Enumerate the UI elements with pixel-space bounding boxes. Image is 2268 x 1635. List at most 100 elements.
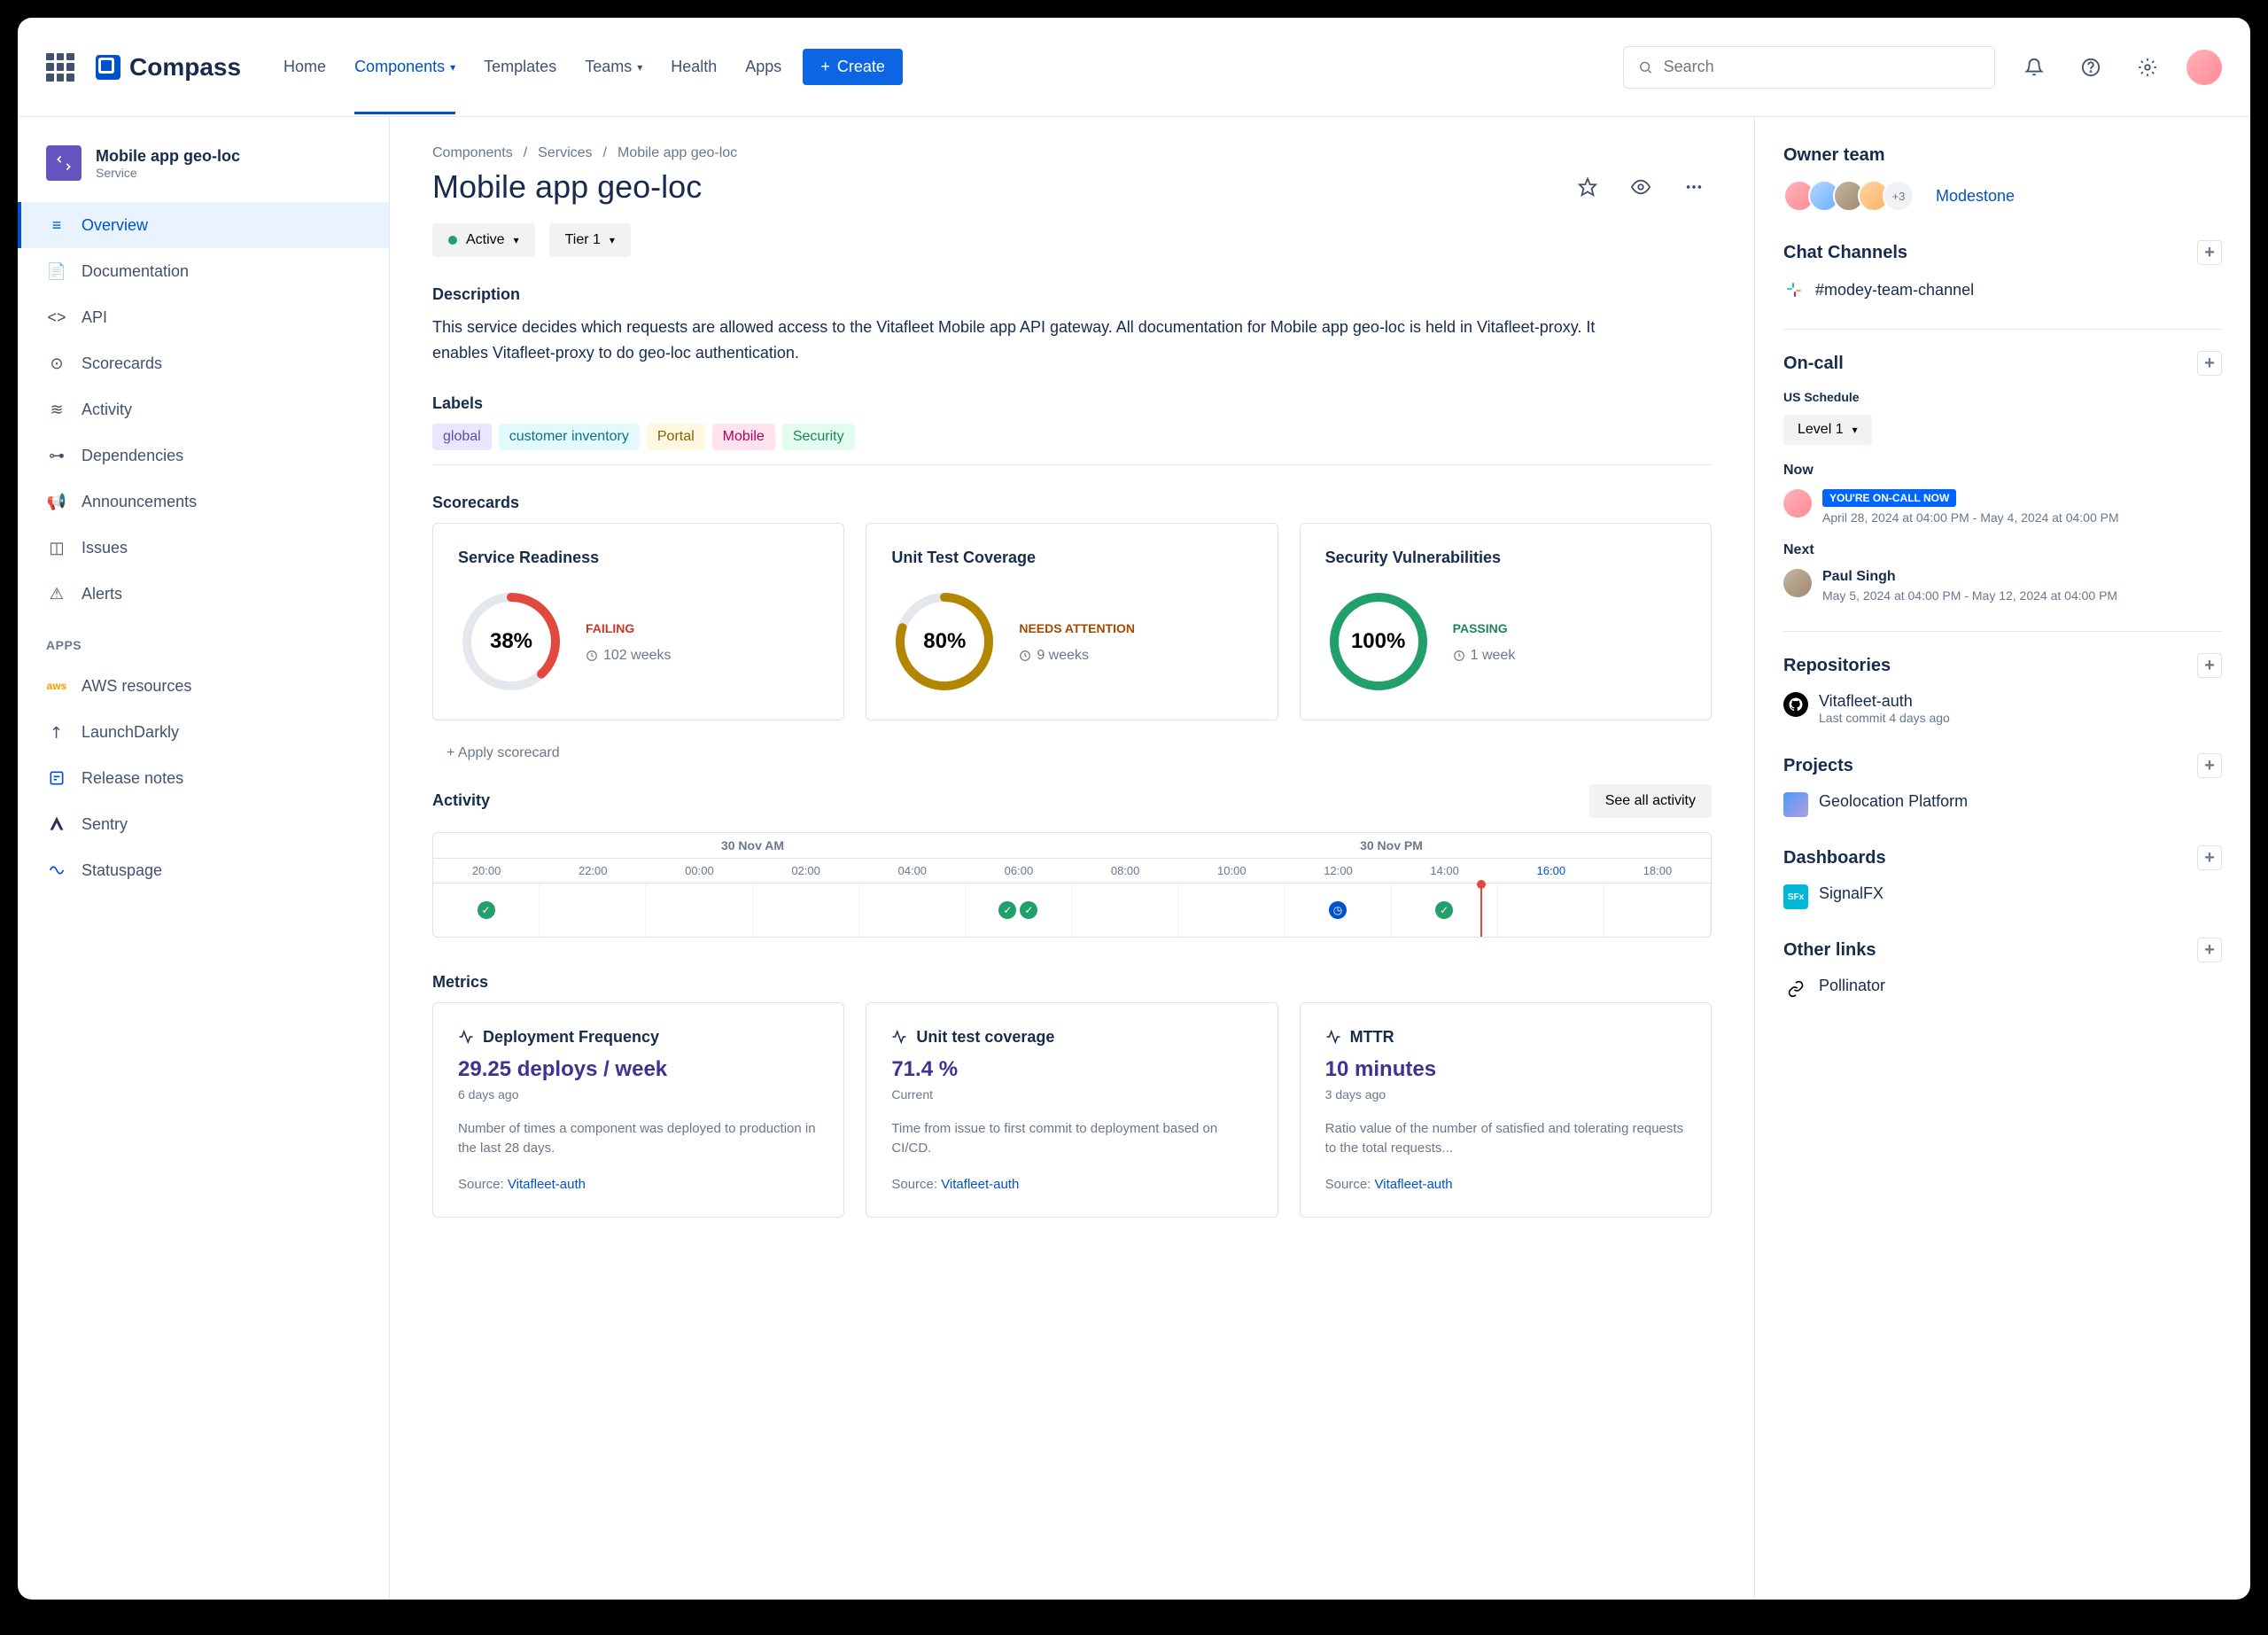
description-text: This service decides which requests are …	[432, 315, 1602, 366]
timeline-half: 30 Nov PM	[1072, 833, 1711, 858]
sidebar-icon: ≋	[46, 399, 67, 420]
sidebar-app-statuspage[interactable]: Statuspage	[18, 847, 389, 893]
sidebar-app-release-notes[interactable]: Release notes	[18, 755, 389, 801]
apply-scorecard-link[interactable]: + Apply scorecard	[432, 738, 1712, 768]
sidebar-icon: ◫	[46, 537, 67, 558]
nav-teams[interactable]: Teams ▾	[585, 19, 642, 114]
sidebar-item-documentation[interactable]: 📄Documentation	[18, 248, 389, 294]
timeline-slot[interactable]: ◷	[1285, 884, 1391, 937]
add-link-icon[interactable]: +	[2197, 938, 2222, 962]
activity-header: Activity	[432, 791, 490, 810]
nav-templates[interactable]: Templates	[484, 19, 556, 114]
tier-pill[interactable]: Tier 1▾	[549, 223, 631, 257]
timeline-hour: 22:00	[540, 859, 646, 883]
scorecard-title: Service Readiness	[458, 549, 819, 567]
clock-icon	[1019, 650, 1031, 662]
label-Mobile[interactable]: Mobile	[712, 424, 775, 450]
timeline-slot[interactable]: ✓	[433, 884, 540, 937]
user-avatar[interactable]	[2186, 50, 2222, 85]
chat-channel-link[interactable]: #modey-team-channel	[1783, 279, 2222, 300]
add-dashboard-icon[interactable]: +	[2197, 845, 2222, 870]
sidebar-item-announcements[interactable]: 📢Announcements	[18, 479, 389, 525]
timeline-hour: 00:00	[646, 859, 752, 883]
sidebar-icon: 📢	[46, 491, 67, 512]
notifications-icon[interactable]	[2016, 50, 2052, 85]
team-avatars[interactable]: +3	[1783, 180, 1915, 212]
avatar	[1783, 489, 1812, 518]
sidebar-item-activity[interactable]: ≋Activity	[18, 386, 389, 432]
sidebar-item-api[interactable]: <>API	[18, 294, 389, 340]
scorecard-card[interactable]: Unit Test Coverage 80% NEEDS ATTENTION 9…	[866, 523, 1278, 720]
add-project-icon[interactable]: +	[2197, 753, 2222, 778]
search-input[interactable]	[1623, 46, 1995, 89]
sidebar-app-launchdarkly[interactable]: ↗LaunchDarkly	[18, 709, 389, 755]
add-repo-icon[interactable]: +	[2197, 653, 2222, 678]
source-link[interactable]: Vitafleet-auth	[941, 1177, 1019, 1192]
metric-desc: Number of times a component was deployed…	[458, 1119, 819, 1159]
watch-icon[interactable]	[1623, 169, 1658, 205]
nav-components[interactable]: Components ▾	[354, 19, 455, 114]
label-customer-inventory[interactable]: customer inventory	[499, 424, 640, 450]
check-icon: ✓	[478, 901, 495, 919]
project-link[interactable]: Geolocation Platform	[1783, 792, 2222, 817]
timeline-slot[interactable]	[1498, 884, 1604, 937]
add-chat-icon[interactable]: +	[2197, 240, 2222, 265]
scorecard-card[interactable]: Service Readiness 38% FAILING 102 weeks	[432, 523, 844, 720]
timeline-slot[interactable]	[753, 884, 859, 937]
nav-home[interactable]: Home	[284, 19, 326, 114]
label-Portal[interactable]: Portal	[647, 424, 705, 450]
see-all-activity-button[interactable]: See all activity	[1589, 784, 1712, 818]
search-field[interactable]	[1664, 58, 1980, 76]
compass-icon	[96, 55, 120, 80]
source-link[interactable]: Vitafleet-auth	[1375, 1177, 1453, 1192]
metric-card[interactable]: Deployment Frequency 29.25 deploys / wee…	[432, 1002, 844, 1218]
metric-card[interactable]: Unit test coverage 71.4 % Current Time f…	[866, 1002, 1278, 1218]
timeline-slot[interactable]	[1178, 884, 1285, 937]
timeline-slot[interactable]	[1072, 884, 1178, 937]
label-global[interactable]: global	[432, 424, 492, 450]
sidebar-item-overview[interactable]: ≡Overview	[18, 202, 389, 248]
breadcrumb-segment[interactable]: Services	[538, 145, 592, 161]
settings-icon[interactable]	[2130, 50, 2165, 85]
nav-health[interactable]: Health	[671, 19, 717, 114]
more-icon[interactable]	[1676, 169, 1712, 205]
app-switcher[interactable]	[46, 53, 74, 82]
nav-apps[interactable]: Apps	[745, 19, 781, 114]
timeline-slot[interactable]	[859, 884, 966, 937]
scorecard-time: 9 weeks	[1019, 648, 1135, 664]
product-logo[interactable]: Compass	[96, 53, 241, 82]
timeline-slot[interactable]: ✓✓	[966, 884, 1072, 937]
timeline-slot[interactable]	[646, 884, 752, 937]
scorecard-card[interactable]: Security Vulnerabilities 100% PASSING 1 …	[1300, 523, 1712, 720]
other-link[interactable]: Pollinator	[1783, 977, 2222, 1001]
check-icon: ✓	[1020, 901, 1037, 919]
sidebar-app-aws-resources[interactable]: awsAWS resources	[18, 663, 389, 709]
help-icon[interactable]	[2073, 50, 2109, 85]
metric-title: Deployment Frequency	[458, 1028, 819, 1047]
breadcrumb-segment[interactable]: Components	[432, 145, 513, 161]
breadcrumb-segment[interactable]: Mobile app geo-loc	[617, 145, 737, 161]
sidebar-item-scorecards[interactable]: ⊙Scorecards	[18, 340, 389, 386]
metric-desc: Ratio value of the number of satisfied a…	[1325, 1119, 1686, 1159]
activity-timeline: 30 Nov AM30 Nov PM 20:0022:0000:0002:000…	[432, 832, 1712, 938]
timeline-slot[interactable]	[1604, 884, 1711, 937]
sidebar-item-alerts[interactable]: ⚠Alerts	[18, 571, 389, 617]
add-oncall-icon[interactable]: +	[2197, 351, 2222, 376]
create-button[interactable]: + Create	[803, 49, 903, 85]
team-link[interactable]: Modestone	[1936, 187, 2015, 206]
star-icon[interactable]	[1570, 169, 1605, 205]
label-Security[interactable]: Security	[782, 424, 855, 450]
donut-chart: 100%	[1325, 588, 1432, 695]
source-link[interactable]: Vitafleet-auth	[508, 1177, 586, 1192]
timeline-hour: 14:00	[1392, 859, 1498, 883]
repo-link[interactable]: Vitafleet-auth Last commit 4 days ago	[1783, 692, 2222, 725]
level-selector[interactable]: Level 1▾	[1783, 415, 1872, 445]
timeline-slot[interactable]	[540, 884, 646, 937]
sidebar-item-issues[interactable]: ◫Issues	[18, 525, 389, 571]
metric-card[interactable]: MTTR 10 minutes 3 days ago Ratio value o…	[1300, 1002, 1712, 1218]
sidebar-app-sentry[interactable]: Sentry	[18, 801, 389, 847]
status-pill[interactable]: Active▾	[432, 223, 535, 257]
dashboard-link[interactable]: SFx SignalFX	[1783, 884, 2222, 909]
metric-title: Unit test coverage	[891, 1028, 1252, 1047]
sidebar-item-dependencies[interactable]: ⊶Dependencies	[18, 432, 389, 479]
